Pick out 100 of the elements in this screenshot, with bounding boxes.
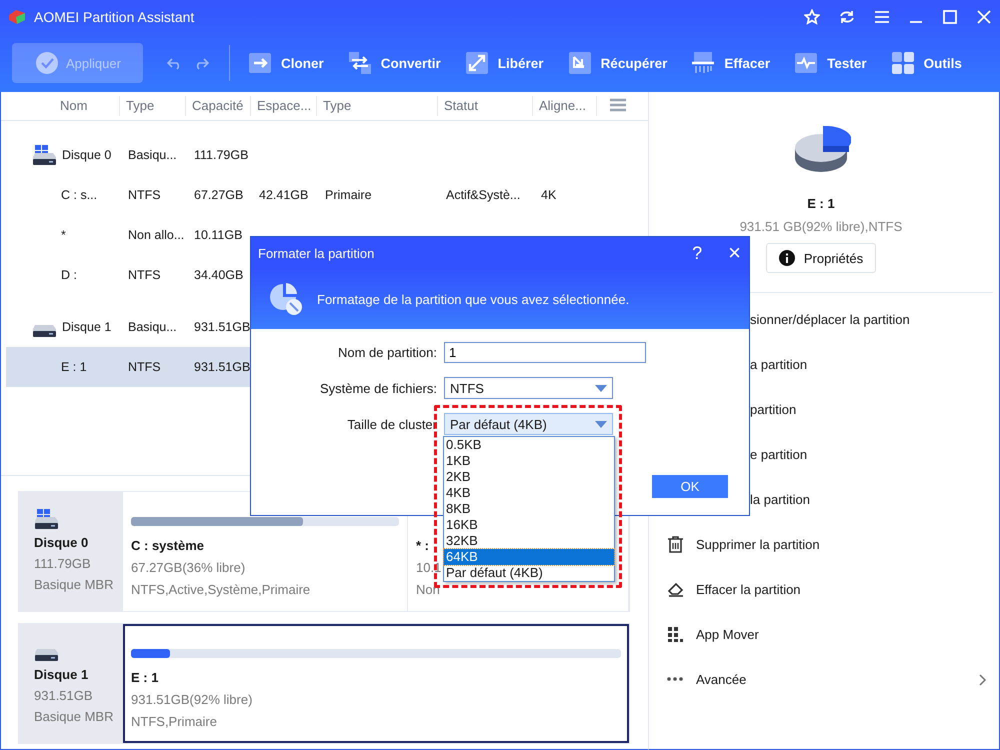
dialog-message: Formatage de la partition que vous avez sélectionnée. xyxy=(317,292,630,306)
menu-item[interactable]: App Mover xyxy=(696,627,759,642)
maximize-icon[interactable] xyxy=(942,10,958,24)
trash-icon[interactable] xyxy=(667,536,684,553)
column-header[interactable]: Nom xyxy=(1,96,120,116)
table-cell-text: Actif&Systè... xyxy=(445,188,522,202)
dropdown-option[interactable]: 2KB xyxy=(444,469,614,485)
menu-item[interactable]: la partition xyxy=(750,492,810,507)
disk-size: 111.79GB xyxy=(34,556,92,571)
menu-item[interactable]: Avancée xyxy=(696,672,746,687)
pulse-icon[interactable] xyxy=(794,51,818,75)
table-cell-text: NTFS xyxy=(127,360,162,374)
table-cell: * xyxy=(61,228,66,242)
chevron-right-icon[interactable] xyxy=(979,674,987,686)
toolbar-button[interactable]: Outils xyxy=(924,56,962,70)
column-header[interactable]: Type xyxy=(317,96,438,116)
dropdown[interactable]: NTFS xyxy=(444,377,613,399)
menu-icon[interactable] xyxy=(874,10,890,24)
table-cell-text: 10.11GB xyxy=(193,228,244,242)
dropdown-option[interactable]: Par défaut (4KB) xyxy=(444,565,614,581)
shredder-icon[interactable] xyxy=(691,51,716,75)
table-cell-text: Basiqu... xyxy=(127,148,178,162)
app-logo-icon xyxy=(8,9,26,25)
partition-name: C : système xyxy=(131,538,204,553)
check-icon xyxy=(36,52,58,74)
partition-name: * : xyxy=(416,538,429,553)
partition-name: E : 1 xyxy=(131,670,158,685)
partition-size: 67.27GB(36% libre) xyxy=(131,560,246,575)
toolbar-button[interactable]: Tester xyxy=(827,56,867,70)
swap-arrows-icon[interactable] xyxy=(348,51,372,75)
partition-size: 931.51GB(92% libre) xyxy=(131,692,252,707)
menu-item[interactable]: a partition xyxy=(750,357,808,372)
table-cell-text: 111.79GB xyxy=(193,148,250,162)
dropdown-option[interactable]: 32KB xyxy=(444,533,614,549)
table-cell-text: 931.51GB xyxy=(193,320,252,334)
table-cell-text: 34.40GB xyxy=(193,268,244,282)
columns-icon[interactable] xyxy=(609,98,627,112)
table-cell-text: NTFS xyxy=(127,188,162,202)
window-title: AOMEI Partition Assistant xyxy=(34,9,194,25)
column-header[interactable]: Aligne... xyxy=(533,96,597,116)
menu-item[interactable]: e partition xyxy=(750,447,808,462)
ok-button[interactable]: OK xyxy=(652,475,728,498)
pie-chart-icon xyxy=(269,282,303,316)
partition-size: 10.1 xyxy=(416,560,442,575)
disk-card[interactable]: Disque 1 931.51GB Basique MBR E : 1 931.51GB(92% libre) NTFS,Primaire xyxy=(18,623,630,744)
dropdown-option[interactable]: 0.5KB xyxy=(444,437,614,453)
column-header[interactable]: Type xyxy=(120,96,186,116)
table-cell-text: 42.41GB xyxy=(258,188,310,202)
grid-icon[interactable] xyxy=(890,51,915,75)
close-icon[interactable] xyxy=(976,10,992,24)
dropdown-option[interactable]: 64KB xyxy=(444,549,614,565)
expand-arrows-icon[interactable] xyxy=(464,51,489,75)
partition-name: E : 1 xyxy=(807,196,835,211)
close-button[interactable]: × xyxy=(728,240,741,266)
table-cell: Disque 1 xyxy=(62,320,112,334)
partition-block[interactable]: E : 1 931.51GB(92% libre) NTFS,Primaire xyxy=(123,624,629,743)
toolbar-button[interactable]: Convertir xyxy=(380,56,441,70)
refresh-icon[interactable] xyxy=(838,9,856,25)
table-cell: E : 1 xyxy=(61,360,87,374)
table-cell-text: Non allo... xyxy=(127,228,186,242)
dots-grid-icon[interactable] xyxy=(667,626,684,643)
menu-item[interactable]: partition xyxy=(750,402,796,417)
disk-name: Disque 1 xyxy=(34,667,90,682)
dropdown-option[interactable]: 1KB xyxy=(444,453,614,469)
table-cell: D : xyxy=(61,268,77,282)
partition-info: NTFS,Active,Système,Primaire xyxy=(131,582,310,597)
disk-type: Basique MBR xyxy=(34,709,114,724)
table-cell-text: Primaire xyxy=(324,188,373,202)
input-field[interactable]: 1 xyxy=(444,342,646,362)
table-cell-text: 4K xyxy=(540,188,558,202)
column-header[interactable]: Espace... xyxy=(251,96,317,116)
caret-icon xyxy=(595,384,607,392)
system-disk-icon xyxy=(34,509,60,529)
column-header[interactable]: Capacité xyxy=(186,96,251,116)
eraser-icon[interactable] xyxy=(667,581,684,598)
toolbar-button[interactable]: Cloner xyxy=(281,56,324,70)
properties-button[interactable]: Propriétés xyxy=(766,243,876,273)
dropdown-option[interactable]: 8KB xyxy=(444,501,614,517)
field-label: Taille de cluster xyxy=(346,416,438,432)
toolbar-button[interactable]: Effacer xyxy=(724,56,770,70)
partition-info: NTFS,Primaire xyxy=(131,714,217,729)
toolbar-button[interactable]: Récupérer xyxy=(600,56,668,70)
menu-item[interactable]: sionner/déplacer la partition xyxy=(750,312,910,327)
table-cell: Disque 0 xyxy=(62,148,112,162)
system-disk-icon xyxy=(32,145,58,165)
help-button[interactable]: ? xyxy=(692,242,702,264)
dialog-title: Formater la partition xyxy=(258,246,374,260)
column-header[interactable]: Statut xyxy=(438,96,533,116)
dropdown-option[interactable]: 16KB xyxy=(444,517,614,533)
table-cell-text: 931.51GB xyxy=(193,360,252,374)
menu-item[interactable]: Effacer la partition xyxy=(696,582,801,597)
toolbar-button[interactable]: Libérer xyxy=(498,56,544,70)
table-cell-text: NTFS xyxy=(127,268,162,282)
disk-type: Basique MBR xyxy=(34,577,114,592)
table-cell-text: Basiqu... xyxy=(127,320,178,334)
menu-item[interactable]: Supprimer la partition xyxy=(696,537,820,552)
partition-summary: 931.51 GB(92% libre),NTFS xyxy=(740,219,902,234)
disk-name: Disque 0 xyxy=(34,535,90,550)
table-cell: C : s... xyxy=(61,188,98,202)
star-icon[interactable] xyxy=(804,9,820,25)
